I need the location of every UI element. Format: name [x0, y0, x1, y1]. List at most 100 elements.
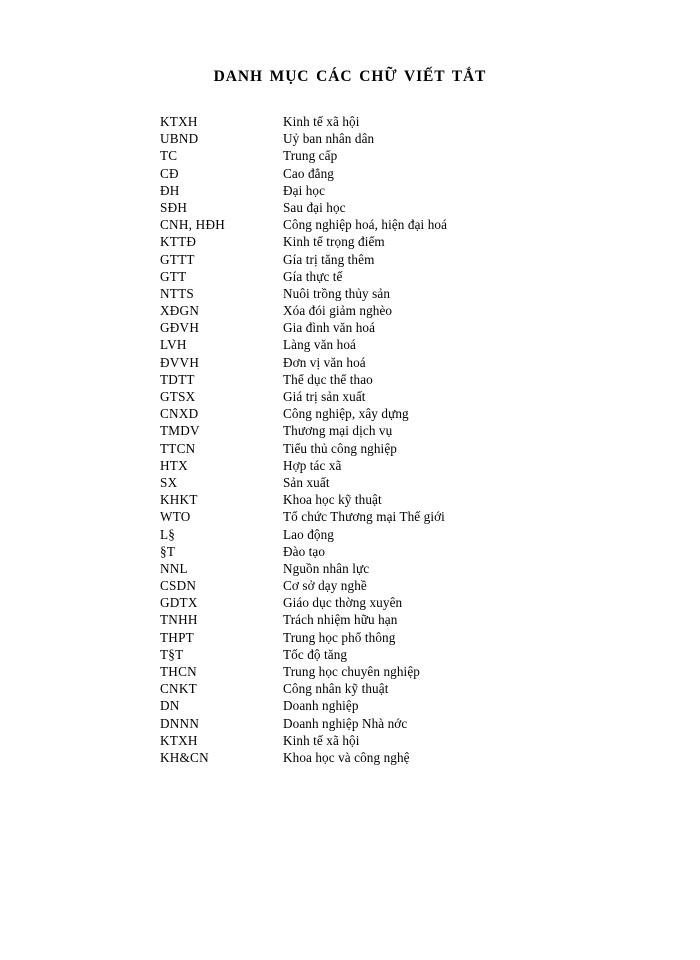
abbreviation-definition: Thể dục thể thao — [283, 371, 373, 387]
abbreviation-definition: Cao đẳng — [283, 165, 334, 181]
abbreviation-definition: Đào tạo — [283, 543, 326, 559]
abbreviation-term: CSDN — [160, 578, 197, 594]
abbreviation-definition: Kinh tế trọng điểm — [283, 234, 385, 250]
abbreviation-term: ĐVVH — [160, 354, 200, 370]
abbreviation-definition: Tổ chức Thương mại Thế giới — [283, 509, 445, 525]
abbreviation-row: TTCN Tiểu thủ công nghiệp — [0, 440, 700, 457]
abbreviation-term: KH&CN — [160, 749, 209, 765]
abbreviation-definition: Đại học — [283, 182, 326, 198]
abbreviation-row: DN Doanh nghiệp — [0, 697, 700, 714]
abbreviation-term: ĐH — [160, 182, 180, 198]
abbreviation-row: SX Sản xuất — [0, 474, 700, 491]
abbreviation-definition: Khoa học và công nghệ — [283, 749, 410, 765]
abbreviation-row: GĐVH Gia đình văn hoá — [0, 319, 700, 336]
abbreviation-term: LVH — [160, 337, 187, 353]
abbreviation-definition: Sau đại học — [283, 199, 346, 215]
abbreviation-term: HTX — [160, 457, 188, 473]
abbreviation-definition: Công nghiệp, xây dựng — [283, 406, 409, 422]
abbreviation-term: §T — [160, 543, 176, 559]
abbreviation-row: CSDN Cơ sở dạy nghề — [0, 577, 700, 594]
abbreviation-definition: Nuôi trồng thủy sản — [283, 285, 391, 301]
abbreviation-row: KTXH Kinh tế xã hội — [0, 732, 700, 749]
abbreviation-definition: Gía trị tăng thêm — [283, 251, 375, 267]
abbreviation-term: NNL — [160, 560, 188, 576]
abbreviation-definition: Xóa đói giảm nghèo — [283, 303, 393, 319]
abbreviation-definition: Công nhân kỹ thuật — [283, 681, 389, 697]
abbreviation-term: GDTX — [160, 595, 198, 611]
abbreviation-row: §T Đào tạo — [0, 543, 700, 560]
abbreviation-definition: Giá trị sản xuất — [283, 389, 366, 404]
abbreviation-definition: Cơ sở dạy nghề — [283, 578, 367, 594]
abbreviation-row: GTT Gía thực tế — [0, 268, 700, 285]
abbreviation-row: KH&CN Khoa học và công nghệ — [0, 749, 700, 766]
abbreviation-definition: Đơn vị văn hoá — [283, 354, 366, 370]
abbreviation-definition: Trung học chuyên nghiệp — [283, 664, 420, 679]
abbreviation-term: DN — [160, 698, 180, 714]
abbreviation-row: UBND Uỷ ban nhân dân — [0, 130, 700, 147]
abbreviation-row: WTO Tổ chức Thương mại Thế giới — [0, 508, 700, 525]
abbreviation-row: T§T Tốc độ tăng — [0, 646, 700, 663]
abbreviation-row: L§ Lao động — [0, 526, 700, 543]
abbreviation-definition: Uỷ ban nhân dân — [283, 131, 375, 147]
abbreviation-row: XĐGN Xóa đói giảm nghèo — [0, 302, 700, 319]
abbreviation-definition: Sản xuất — [283, 474, 330, 490]
abbreviation-row: THCN Trung học chuyên nghiệp — [0, 663, 700, 680]
abbreviation-row: KTTĐ Kinh tế trọng điểm — [0, 233, 700, 250]
abbreviation-list: KTXH Kinh tế xã hội UBND Uỷ ban nhân dân TC T… — [0, 113, 700, 766]
abbreviation-term: KHKT — [160, 492, 198, 508]
abbreviation-row: CNXD Công nghiệp, xây dựng — [0, 405, 700, 422]
abbreviation-row: CĐ Cao đẳng — [0, 165, 700, 182]
abbreviation-term: THCN — [160, 664, 197, 679]
abbreviation-definition: Kinh tế xã hội — [283, 114, 360, 129]
abbreviation-definition: Giáo dục thờng xuyên — [283, 595, 403, 611]
abbreviation-definition: Tiểu thủ công nghiệp — [283, 440, 397, 456]
abbreviation-definition: Trách nhiệm hữu hạn — [283, 612, 398, 628]
abbreviation-term: TTCN — [160, 440, 196, 456]
abbreviation-row: THPT Trung học phổ thông — [0, 629, 700, 646]
abbreviation-definition: Làng văn hoá — [283, 337, 356, 353]
abbreviation-row: TDTT Thể dục thể thao — [0, 371, 700, 388]
abbreviation-term: TDTT — [160, 371, 195, 387]
abbreviation-row: TC Trung cấp — [0, 147, 700, 164]
abbreviation-definition: Tốc độ tăng — [283, 646, 348, 662]
abbreviation-row: GDTX Giáo dục thờng xuyên — [0, 594, 700, 611]
abbreviation-definition: Doanh nghiệp Nhà nớc — [283, 715, 408, 731]
abbreviation-row: GTTT Gía trị tăng thêm — [0, 251, 700, 268]
abbreviation-term: GTT — [160, 268, 187, 284]
abbreviation-term: L§ — [160, 526, 176, 542]
abbreviation-term: CNXD — [160, 406, 199, 422]
abbreviation-definition: Công nghiệp hoá, hiện đại hoá — [283, 217, 448, 233]
abbreviation-term: GĐVH — [160, 320, 200, 336]
abbreviation-row: ĐH Đại học — [0, 182, 700, 199]
abbreviation-term: XĐGN — [160, 303, 200, 319]
abbreviation-term: GTSX — [160, 389, 196, 404]
abbreviation-term: TMDV — [160, 423, 200, 439]
abbreviation-definition: Khoa học kỹ thuật — [283, 492, 382, 508]
abbreviation-definition: Thương mại dịch vụ — [283, 423, 393, 439]
abbreviation-row: HTX Hợp tác xã — [0, 457, 700, 474]
abbreviation-row: SĐH Sau đại học — [0, 199, 700, 216]
abbreviation-row: ĐVVH Đơn vị văn hoá — [0, 354, 700, 371]
abbreviation-row: CNKT Công nhân kỹ thuật — [0, 680, 700, 697]
abbreviation-term: THPT — [160, 629, 194, 645]
abbreviation-term: CĐ — [160, 165, 179, 181]
abbreviation-definition: Doanh nghiệp — [283, 698, 359, 714]
abbreviation-term: CNH, HĐH — [160, 217, 226, 233]
abbreviation-definition: Trung cấp — [283, 148, 338, 164]
abbreviation-row: KTXH Kinh tế xã hội — [0, 113, 700, 130]
abbreviation-row: NNL Nguồn nhân lực — [0, 560, 700, 577]
abbreviation-term: KTTĐ — [160, 234, 197, 250]
abbreviation-row: KHKT Khoa học kỹ thuật — [0, 491, 700, 508]
abbreviation-definition: Gia đình văn hoá — [283, 320, 376, 336]
page-title: DANH MỤC CÁC CHỮ VIẾT TẮT — [213, 68, 487, 86]
abbreviation-definition: Kinh tế xã hội — [283, 732, 360, 748]
abbreviation-row: TMDV Thương mại dịch vụ — [0, 422, 700, 439]
abbreviation-definition: Hợp tác xã — [283, 457, 342, 473]
document-page: DANH MỤC CÁC CHỮ VIẾT TẮT KTXH Kinh tế xã… — [0, 0, 700, 960]
abbreviation-term: NTTS — [160, 285, 194, 301]
abbreviation-definition: Gía thực tế — [283, 268, 343, 284]
abbreviation-term: DNNN — [160, 715, 200, 731]
abbreviation-row: NTTS Nuôi trồng thủy sản — [0, 285, 700, 302]
abbreviation-term: SX — [160, 474, 178, 490]
abbreviation-term: TNHH — [160, 612, 198, 628]
